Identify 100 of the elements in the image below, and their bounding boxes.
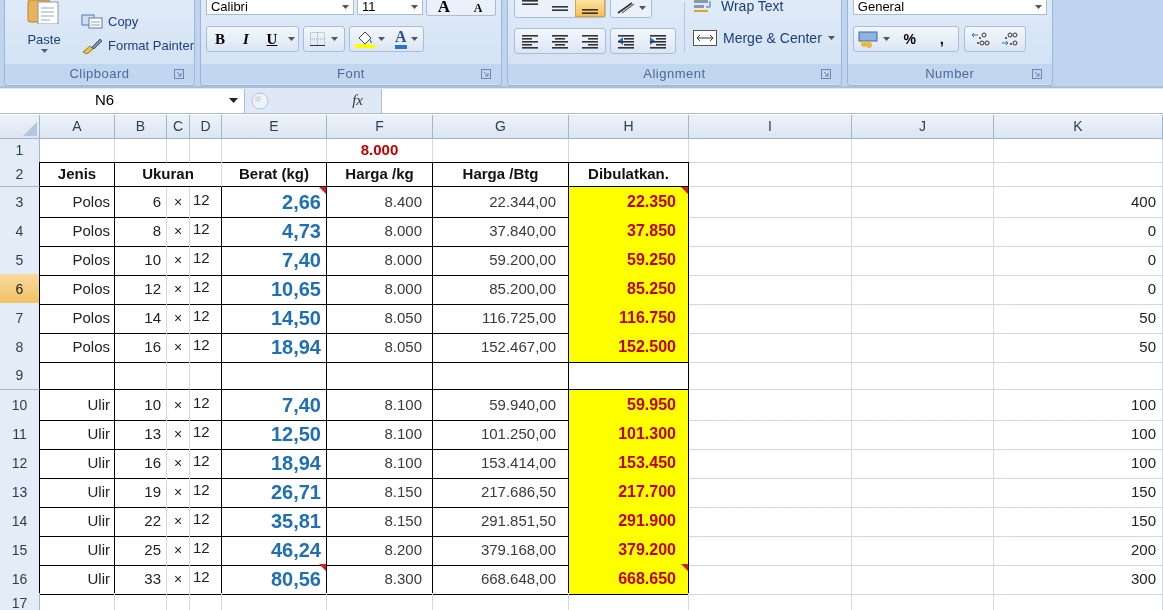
dialog-launcher-icon	[1031, 69, 1042, 79]
table-cell: 8.150	[327, 506, 433, 537]
borders-button[interactable]	[303, 26, 345, 52]
percent-button[interactable]: %	[893, 27, 926, 51]
table-cell: Ulir	[40, 506, 115, 537]
font-color-button[interactable]: A	[395, 29, 407, 49]
column-header[interactable]: G	[495, 116, 506, 137]
column-header[interactable]: E	[269, 116, 279, 137]
row-header[interactable]: 3	[0, 187, 40, 218]
caret-icon	[410, 37, 418, 41]
align-lines-icon	[522, 0, 538, 5]
table-cell: 8.050	[327, 303, 433, 334]
align-left-icon	[520, 33, 540, 49]
table-cell: Ulir	[40, 419, 115, 450]
caret-icon	[40, 49, 48, 53]
table-cell: 18,94	[222, 332, 327, 363]
table-cell: 8.000	[327, 245, 433, 276]
table-cell: 379.200	[569, 535, 689, 566]
row-header[interactable]: 7	[0, 303, 40, 334]
row-header[interactable]: 1	[0, 139, 40, 163]
row-header[interactable]: 15	[0, 535, 40, 566]
table-cell: 22	[115, 506, 167, 537]
row-header[interactable]: 10	[0, 390, 40, 421]
table-cell: 12	[190, 274, 222, 305]
shrink-font-button[interactable]: A	[461, 0, 495, 15]
table-cell: 4,73	[222, 216, 327, 247]
table-cell: 59.950	[569, 390, 689, 421]
table-cell: 50	[994, 303, 1163, 334]
table-cell: Polos	[40, 187, 115, 218]
underline-button[interactable]: U	[259, 27, 285, 51]
table-cell: 8.000	[327, 216, 433, 247]
orientation-button[interactable]	[610, 0, 652, 18]
fill-color-button[interactable]	[355, 30, 385, 48]
row-header[interactable]: 5	[0, 245, 40, 276]
table-cell: 12	[190, 564, 222, 595]
row-header[interactable]: 8	[0, 332, 40, 363]
formula-input[interactable]	[381, 88, 1163, 113]
table-cell: Ulir	[40, 390, 115, 421]
table-cell: 100	[994, 419, 1163, 450]
merge-center-button[interactable]: Merge & Center	[693, 25, 835, 51]
column-header[interactable]: B	[135, 116, 146, 137]
table-cell: Ulir	[40, 564, 115, 595]
table-cell: 12	[190, 506, 222, 537]
row-header[interactable]: 11	[0, 419, 40, 450]
table-cell: 8.100	[327, 419, 433, 450]
insert-function-button[interactable]: fx	[352, 89, 363, 112]
row-header[interactable]: 16	[0, 564, 40, 595]
row-header[interactable]: 13	[0, 477, 40, 508]
table-cell: 16	[115, 448, 167, 479]
comma-button[interactable]: ,	[925, 27, 958, 51]
table-cell: Polos	[40, 245, 115, 276]
table-cell: 12	[190, 419, 222, 450]
column-header[interactable]: H	[623, 116, 634, 137]
grow-font-button[interactable]: A	[427, 0, 461, 15]
table-cell: 8.100	[327, 390, 433, 421]
table-cell	[115, 139, 167, 163]
row-header[interactable]: 9	[0, 361, 40, 390]
row-header[interactable]: 17	[0, 593, 40, 610]
table-cell: 0	[994, 274, 1163, 305]
wrap-text-button[interactable]: Wrap Text	[693, 0, 835, 13]
diagonal-text-icon	[616, 1, 636, 15]
bottom-align-button[interactable]	[575, 0, 605, 17]
row-header[interactable]: 4	[0, 216, 40, 247]
paste-button[interactable]: Paste	[19, 0, 69, 58]
row-header[interactable]: 12	[0, 448, 40, 479]
table-cell: 18,94	[222, 448, 327, 479]
italic-button[interactable]: I	[233, 27, 259, 51]
row-header[interactable]: 6	[0, 274, 40, 305]
paste-icon	[26, 0, 62, 24]
row-header[interactable]: 2	[0, 162, 40, 187]
group-label: Number	[925, 65, 975, 84]
table-cell: 35,81	[222, 506, 327, 537]
font-name-field[interactable]: Calibri	[206, 0, 354, 15]
column-header[interactable]: F	[375, 116, 384, 137]
column-title: Jenis	[40, 162, 115, 187]
bold-button[interactable]: B	[207, 27, 233, 51]
table-cell: 8.000	[327, 139, 433, 163]
dialog-launcher-icon	[174, 69, 184, 79]
group-label: Font	[336, 65, 365, 84]
column-header[interactable]: C	[172, 116, 184, 137]
column-header[interactable]: I	[768, 116, 772, 137]
copy-button[interactable]: Copy	[81, 14, 194, 29]
column-header[interactable]: A	[72, 116, 82, 137]
caret-icon	[882, 37, 890, 41]
table-cell: 8.000	[327, 274, 433, 305]
table-cell: 13	[115, 419, 167, 450]
table-cell: 668.650	[569, 564, 689, 595]
caret-icon	[827, 36, 835, 40]
column-header[interactable]: K	[1073, 116, 1083, 137]
name-box[interactable]: N6	[0, 88, 245, 113]
table-cell: 14,50	[222, 303, 327, 334]
number-format-field[interactable]: General	[852, 0, 1047, 15]
table-cell: 37.850	[569, 216, 689, 247]
table-cell	[115, 361, 167, 390]
format-painter-button[interactable]: Format Painter	[81, 37, 194, 54]
font-size-field[interactable]: 11	[357, 0, 423, 15]
column-header[interactable]: J	[919, 116, 926, 137]
column-header[interactable]: D	[200, 116, 211, 137]
table-cell: 33	[115, 564, 167, 595]
row-header[interactable]: 14	[0, 506, 40, 537]
